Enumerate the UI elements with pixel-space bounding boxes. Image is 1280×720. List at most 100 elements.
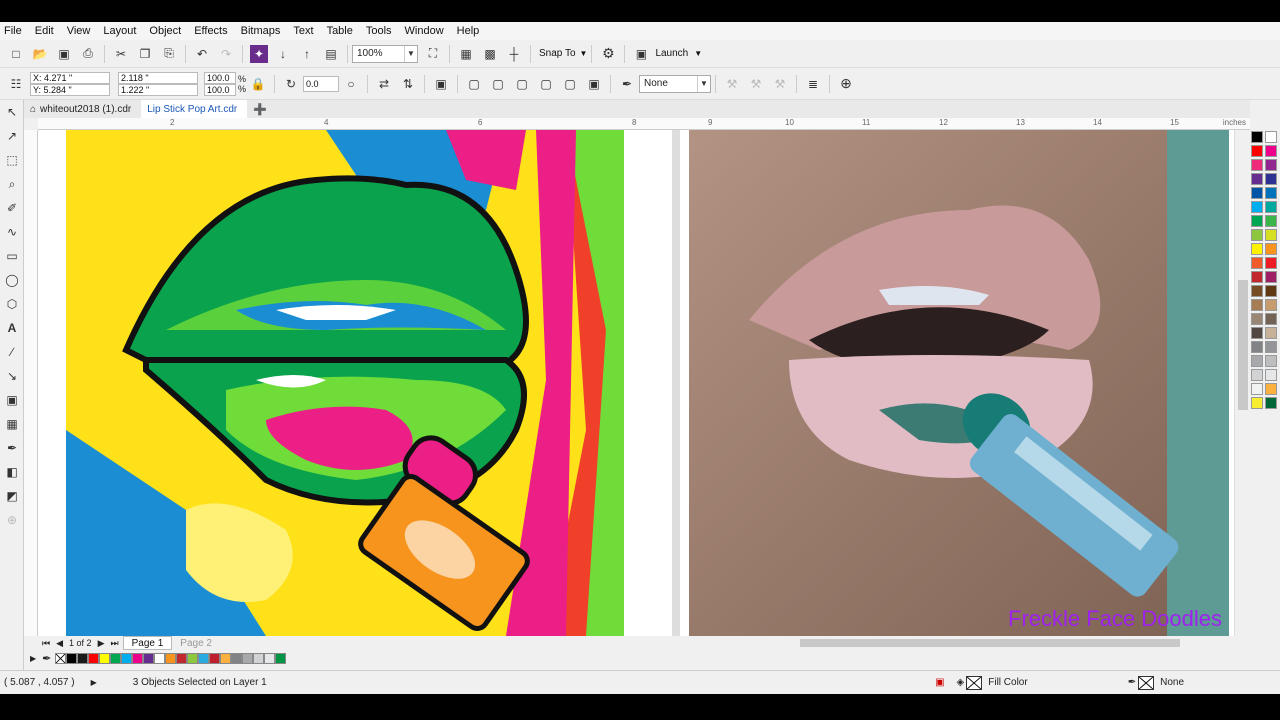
palette-arrow-icon[interactable]: ▶ <box>30 654 36 663</box>
dimension-tool-icon[interactable]: ∕ <box>0 340 24 364</box>
shape-tool-icon[interactable]: ↗ <box>0 124 24 148</box>
color-swatch[interactable] <box>1265 187 1277 199</box>
save-icon[interactable]: ▣ <box>55 45 73 63</box>
color-swatch[interactable] <box>1265 257 1277 269</box>
play-icon[interactable]: ▶ <box>91 678 97 687</box>
search-content-icon[interactable]: ✦ <box>250 44 268 63</box>
color-swatch[interactable] <box>1265 159 1277 171</box>
color-swatch[interactable] <box>1265 243 1277 255</box>
artistic-media-icon[interactable]: ∿ <box>0 220 24 244</box>
tab-page-2[interactable]: Page 2 <box>172 636 220 650</box>
color-swatch[interactable] <box>165 652 177 664</box>
publish-pdf-icon[interactable]: ▤ <box>322 45 340 63</box>
color-swatch[interactable] <box>1251 397 1263 409</box>
group-icon[interactable]: ▣ <box>432 75 450 93</box>
color-swatch[interactable] <box>66 652 78 664</box>
ruler-vertical[interactable] <box>24 130 38 636</box>
mirror-vertical-icon[interactable]: ⇅ <box>399 75 417 93</box>
chevron-down-icon[interactable]: ▼ <box>694 49 702 58</box>
color-swatch[interactable] <box>1265 271 1277 283</box>
color-swatch[interactable] <box>1265 299 1277 311</box>
menu-view[interactable]: View <box>67 25 91 37</box>
drop-shadow-icon[interactable]: ▣ <box>0 388 24 412</box>
color-swatch[interactable] <box>1251 327 1263 339</box>
add-tab-icon[interactable]: ➕ <box>253 103 267 116</box>
full-screen-icon[interactable]: ⛶ <box>424 45 442 63</box>
color-swatch[interactable] <box>77 652 89 664</box>
color-swatch[interactable] <box>1251 355 1263 367</box>
show-grid-icon[interactable]: ▩ <box>481 45 499 63</box>
rectangle-tool-icon[interactable]: ▭ <box>0 244 24 268</box>
zoom-tool-icon[interactable]: ⌕ <box>0 172 24 196</box>
menu-effects[interactable]: Effects <box>194 25 227 37</box>
first-page-icon[interactable]: ⏮ <box>42 638 50 649</box>
menu-bitmaps[interactable]: Bitmaps <box>241 25 281 37</box>
text-tool-icon[interactable]: A <box>0 316 24 340</box>
fill-bucket-icon[interactable]: ◈ <box>957 677 965 688</box>
y-position-field[interactable] <box>30 83 110 96</box>
add-tool-icon[interactable]: ⊕ <box>0 508 24 532</box>
ruler-horizontal[interactable]: 2 4 6 8 9 10 11 12 13 14 15 inches <box>38 118 1250 130</box>
scroll-thumb[interactable] <box>1238 280 1248 410</box>
trim-icon[interactable]: ▢ <box>489 75 507 93</box>
menu-help[interactable]: Help <box>457 25 480 37</box>
no-outline-swatch[interactable] <box>1138 675 1155 690</box>
import-icon[interactable]: ↓ <box>274 45 292 63</box>
align-distribute-icon[interactable]: ≣ <box>804 75 822 93</box>
zoom-combo[interactable]: 100% ▼ <box>352 44 418 63</box>
color-swatch[interactable] <box>1251 201 1263 213</box>
menu-table[interactable]: Table <box>327 25 353 37</box>
interactive-fill-icon[interactable]: ◧ <box>0 460 24 484</box>
front-minus-back-icon[interactable]: ▢ <box>561 75 579 93</box>
tab-lip-stick-pop-art[interactable]: Lip Stick Pop Art.cdr <box>141 100 248 118</box>
color-swatch[interactable] <box>231 652 243 664</box>
color-swatch[interactable] <box>1251 285 1263 297</box>
color-swatch[interactable] <box>1251 257 1263 269</box>
launch-button[interactable]: Launch <box>655 48 688 59</box>
polygon-tool-icon[interactable]: ⬡ <box>0 292 24 316</box>
color-swatch[interactable] <box>1251 229 1263 241</box>
color-swatch[interactable] <box>1265 327 1277 339</box>
print-icon[interactable]: ⎙ <box>79 45 97 63</box>
freehand-tool-icon[interactable]: ✐ <box>0 196 24 220</box>
pen-icon[interactable]: ✒ <box>1128 677 1136 688</box>
color-swatch[interactable] <box>1265 215 1277 227</box>
color-swatch[interactable] <box>1265 369 1277 381</box>
paste-icon[interactable]: ⎘ <box>160 45 178 63</box>
lock-ratio-icon[interactable]: 🔒 <box>249 75 267 93</box>
scale-width-field[interactable] <box>204 71 236 84</box>
undo-icon[interactable]: ↶ <box>193 45 211 63</box>
wrap-text-icon[interactable]: ⚒ <box>723 75 741 93</box>
color-swatch[interactable] <box>1265 383 1277 395</box>
scroll-thumb[interactable] <box>800 639 1180 647</box>
color-swatch[interactable] <box>220 652 232 664</box>
width-field[interactable] <box>118 71 198 84</box>
menu-text[interactable]: Text <box>293 25 313 37</box>
gear-icon[interactable]: ⚙ <box>599 45 617 63</box>
color-swatch[interactable] <box>176 652 188 664</box>
to-back-icon[interactable]: ⚒ <box>771 75 789 93</box>
redo-icon[interactable]: ↷ <box>217 45 235 63</box>
transparency-tool-icon[interactable]: ▦ <box>0 412 24 436</box>
rotation-field[interactable] <box>303 75 340 92</box>
color-swatch[interactable] <box>253 652 265 664</box>
tab-whiteout2018[interactable]: ⌂ whiteout2018 (1).cdr <box>24 100 141 118</box>
crop-tool-icon[interactable]: ⬚ <box>0 148 24 172</box>
menu-edit[interactable]: Edit <box>35 25 54 37</box>
simplify-icon[interactable]: ▢ <box>537 75 555 93</box>
color-swatch[interactable] <box>1265 173 1277 185</box>
intersect-icon[interactable]: ▢ <box>513 75 531 93</box>
color-swatch[interactable] <box>187 652 199 664</box>
object-origin-icon[interactable]: ☷ <box>7 75 25 93</box>
connector-tool-icon[interactable]: ↘ <box>0 364 24 388</box>
show-rulers-icon[interactable]: ▦ <box>457 45 475 63</box>
copy-icon[interactable]: ❐ <box>136 45 154 63</box>
pick-tool-icon[interactable]: ↖ <box>0 100 24 124</box>
color-swatch[interactable] <box>88 652 100 664</box>
back-minus-front-icon[interactable]: ▣ <box>585 75 603 93</box>
color-swatch[interactable] <box>1265 285 1277 297</box>
smart-fill-icon[interactable]: ◩ <box>0 484 24 508</box>
cut-icon[interactable]: ✂ <box>112 45 130 63</box>
mirror-horizontal-icon[interactable]: ⇄ <box>375 75 393 93</box>
outline-width-combo[interactable]: None ▼ <box>639 74 712 93</box>
